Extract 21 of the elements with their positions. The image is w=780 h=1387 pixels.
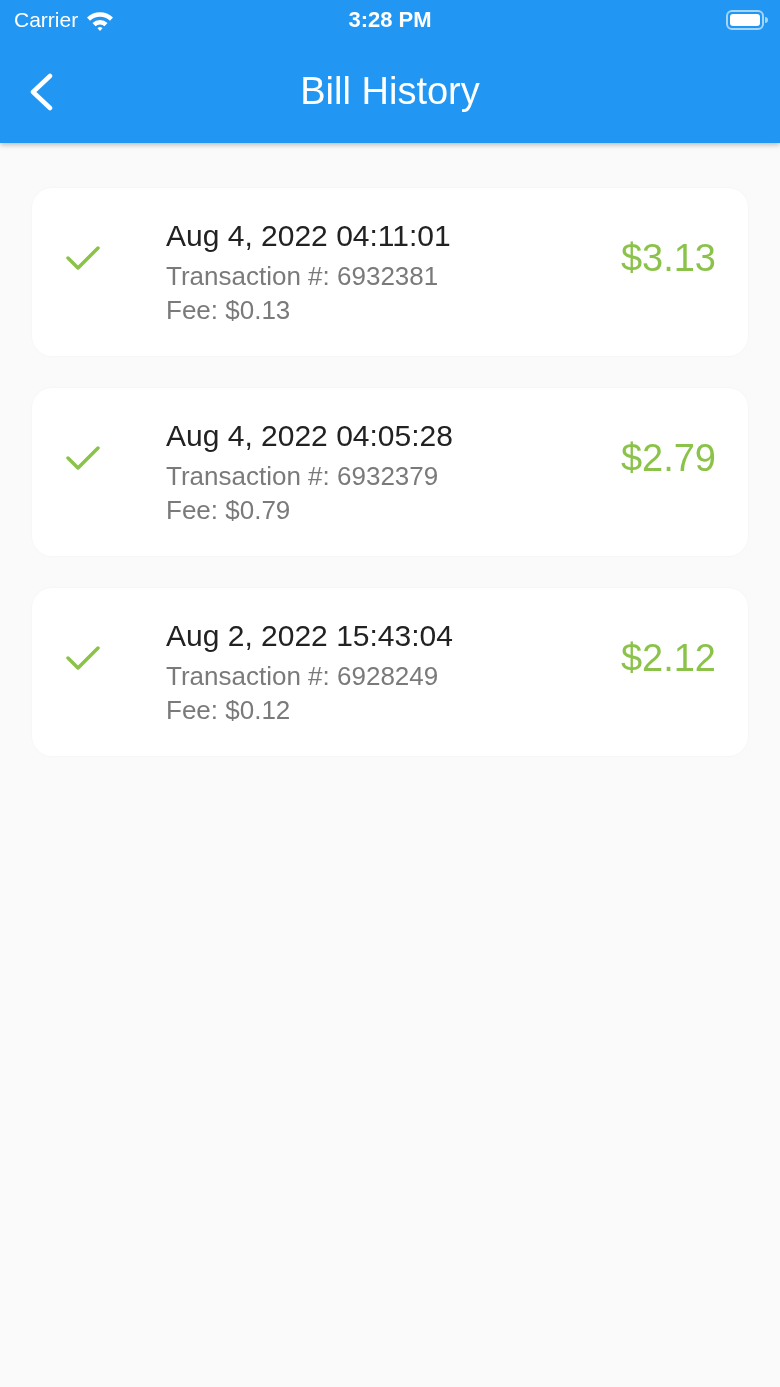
bill-fee: Fee: $0.12 — [166, 694, 291, 727]
transaction-number: Transaction #: 6932379 — [166, 460, 439, 493]
bill-fee: Fee: $0.13 — [166, 294, 291, 327]
bill-date: Aug 2, 2022 15:43:04 — [166, 618, 453, 654]
bill-amount: $2.79 — [620, 436, 716, 480]
bill-card[interactable]: Aug 4, 2022 04:05:28 Transaction #: 6932379 Fee: $0.79 $2.79 — [32, 388, 748, 556]
bill-card[interactable]: Aug 4, 2022 04:11:01 Transaction #: 6932381 Fee: $0.13 $3.13 — [32, 188, 748, 356]
bill-date: Aug 4, 2022 04:05:28 — [166, 418, 453, 454]
bill-amount: $2.12 — [620, 636, 716, 680]
bill-date: Aug 4, 2022 04:11:01 — [166, 218, 451, 254]
back-button[interactable] — [28, 72, 54, 111]
bill-fee: Fee: $0.79 — [166, 494, 291, 527]
transaction-number: Transaction #: 6932381 — [166, 260, 439, 293]
status-time: 3:28 PM — [348, 7, 432, 33]
carrier-label: Carrier — [14, 8, 79, 32]
wifi-icon — [86, 9, 115, 31]
bill-amount: $3.13 — [620, 236, 716, 280]
bill-card[interactable]: Aug 2, 2022 15:43:04 Transaction #: 6928249 Fee: $0.12 $2.12 — [32, 588, 748, 756]
transaction-number: Transaction #: 6928249 — [166, 660, 439, 693]
screen-title: Bill History — [300, 70, 480, 113]
battery-icon — [726, 10, 768, 30]
